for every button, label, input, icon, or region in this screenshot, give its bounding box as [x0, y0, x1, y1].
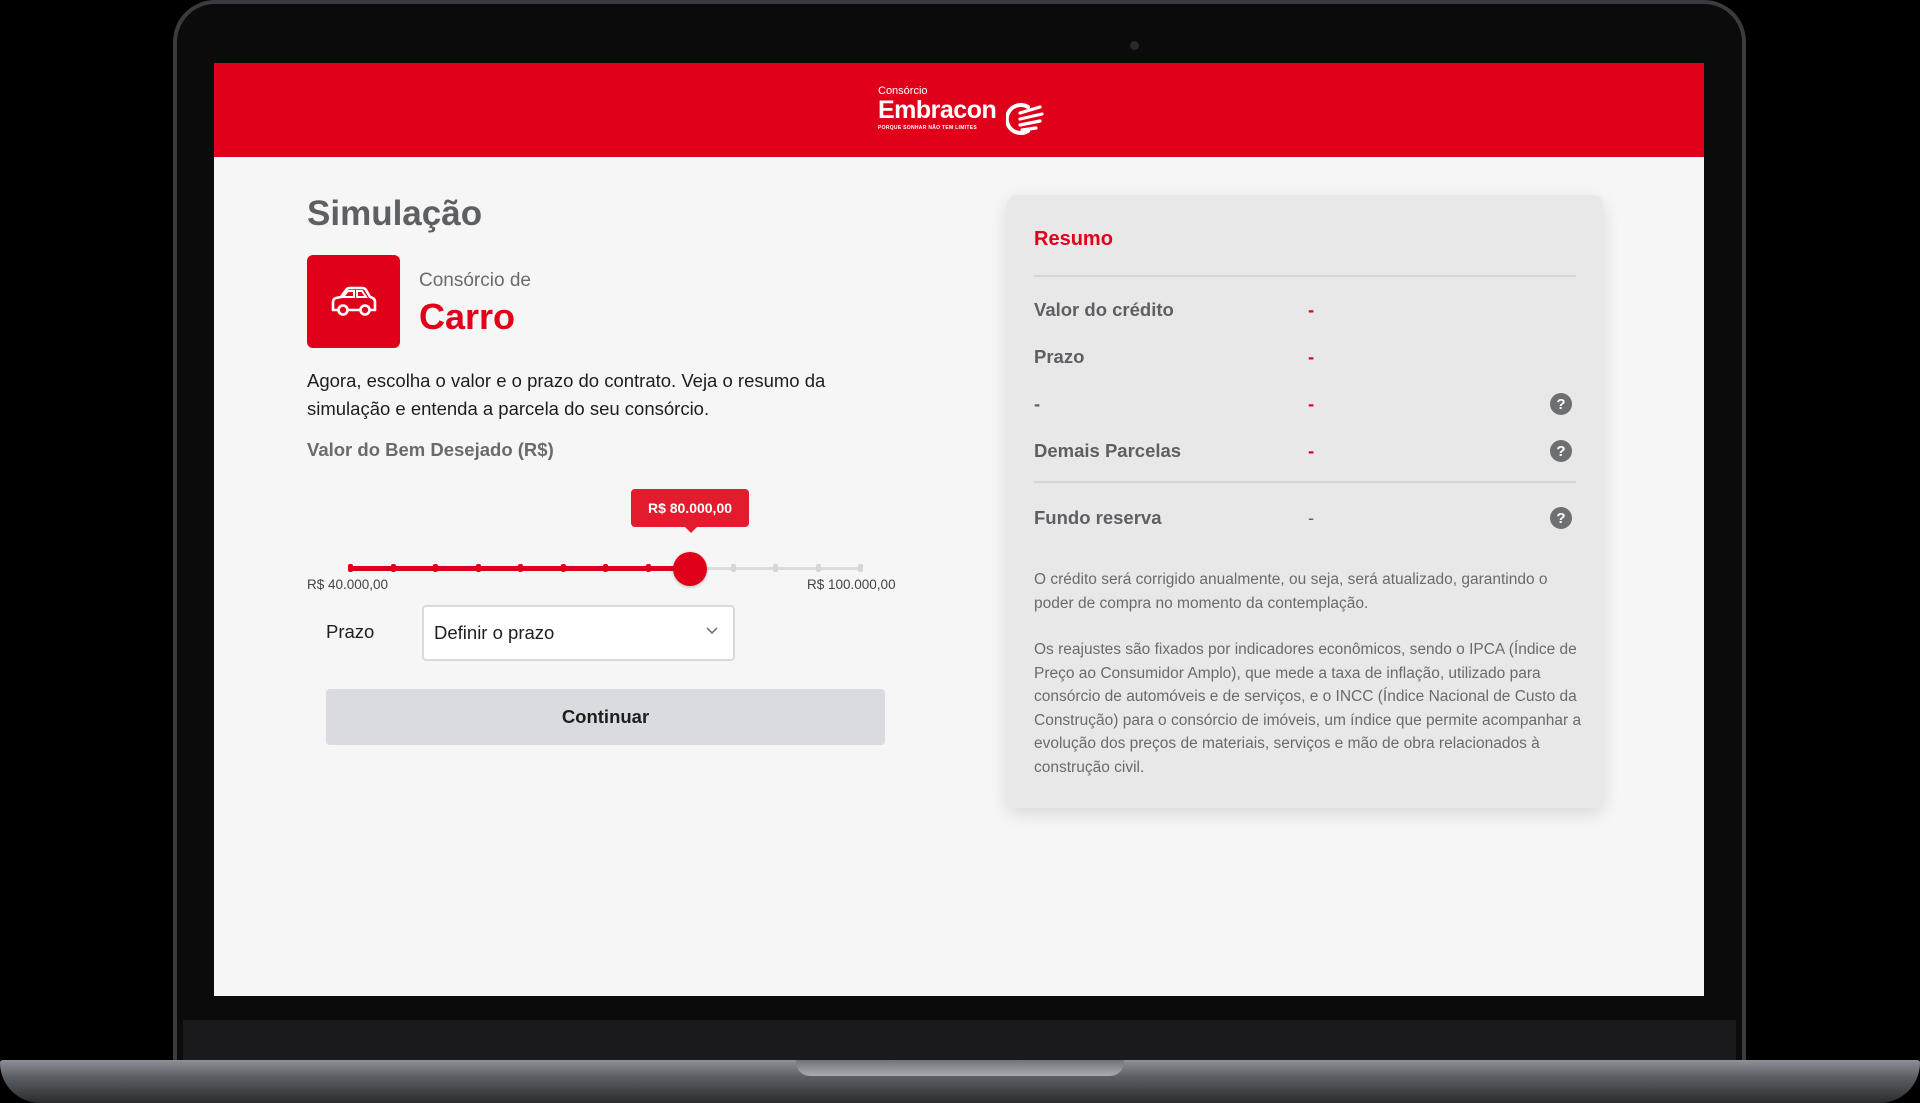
slider-tick [816, 564, 821, 572]
summary-paragraph: Os reajustes são fixados por indicadores… [1034, 641, 1582, 776]
slider-tick [391, 564, 396, 572]
laptop-base [0, 1060, 1920, 1103]
chevron-down-icon [706, 627, 718, 635]
product-tile [307, 255, 400, 348]
slider-max-label: R$ 100.000,00 [807, 577, 896, 592]
logo-main-text: Embracon [878, 96, 997, 124]
slider-tick [518, 564, 523, 572]
slider-label: Valor do Bem Desejado (R$) [307, 439, 554, 460]
logo-mark-icon [1006, 103, 1044, 135]
summary-row-value: - [1308, 393, 1315, 414]
slider-value-tooltip: R$ 80.000,00 [631, 489, 749, 533]
slider-min-label: R$ 40.000,00 [307, 577, 389, 592]
bezel-bottom [183, 1020, 1736, 1060]
summary-row-value: - [1308, 299, 1315, 320]
summary-row-label: - [1034, 393, 1041, 414]
browser-screen: Consórcio Embracon PORQUE SONHAR NÃO TEM… [214, 63, 1704, 996]
help-icon[interactable]: ? [1550, 507, 1572, 529]
camera [1130, 41, 1139, 50]
summary-row-value: - [1308, 346, 1315, 367]
slider-tick [433, 564, 438, 572]
slider-tick [646, 564, 651, 572]
summary-row-label: Demais Parcelas [1034, 440, 1182, 461]
intro-text: Agora, escolha o valor e o prazo do cont… [307, 370, 826, 419]
slider-tick [731, 564, 736, 572]
summary-row-label: Prazo [1034, 346, 1085, 367]
product-subtitle: Consórcio de [419, 270, 531, 291]
slider-tick [858, 564, 863, 572]
base-notch [796, 1060, 1124, 1076]
logo-tagline: PORQUE SONHAR NÃO TEM LIMITES [878, 125, 977, 131]
prazo-select[interactable]: Definir o prazo [422, 605, 735, 661]
value-slider[interactable]: R$ 80.000,00 [348, 489, 863, 586]
page-title: Simulação [307, 194, 483, 233]
prazo-label: Prazo [326, 621, 375, 642]
summary-title: Resumo [1034, 228, 1113, 250]
car-icon [331, 286, 376, 316]
summary-divider [1034, 481, 1576, 483]
summary-paragraph: O crédito será corrigido anualmente, ou … [1034, 571, 1548, 612]
help-icon[interactable]: ? [1550, 393, 1572, 415]
fundo-reserva-label: Fundo reserva [1034, 507, 1162, 528]
help-icon[interactable]: ? [1550, 440, 1572, 462]
summary-row-label: Valor do crédito [1034, 299, 1174, 320]
summary-row-value: - [1308, 440, 1315, 461]
continue-button[interactable]: Continuar [326, 689, 885, 745]
slider-tick [603, 564, 608, 572]
summary-divider [1034, 275, 1576, 277]
summary-card: Resumo Valor do crédito - Prazo - - - ? … [1007, 195, 1603, 808]
slider-tick [476, 564, 481, 572]
top-bar: Consórcio Embracon PORQUE SONHAR NÃO TEM… [214, 63, 1704, 157]
slider-thumb[interactable] [673, 552, 707, 586]
prazo-selected-value: Definir o prazo [434, 622, 555, 643]
product-name: Carro [419, 296, 516, 337]
embracon-logo[interactable]: Consórcio Embracon PORQUE SONHAR NÃO TEM… [878, 85, 1044, 135]
slider-tick [773, 564, 778, 572]
slider-tick [348, 564, 353, 572]
fundo-reserva-value: - [1308, 507, 1315, 528]
slider-tick [561, 564, 566, 572]
